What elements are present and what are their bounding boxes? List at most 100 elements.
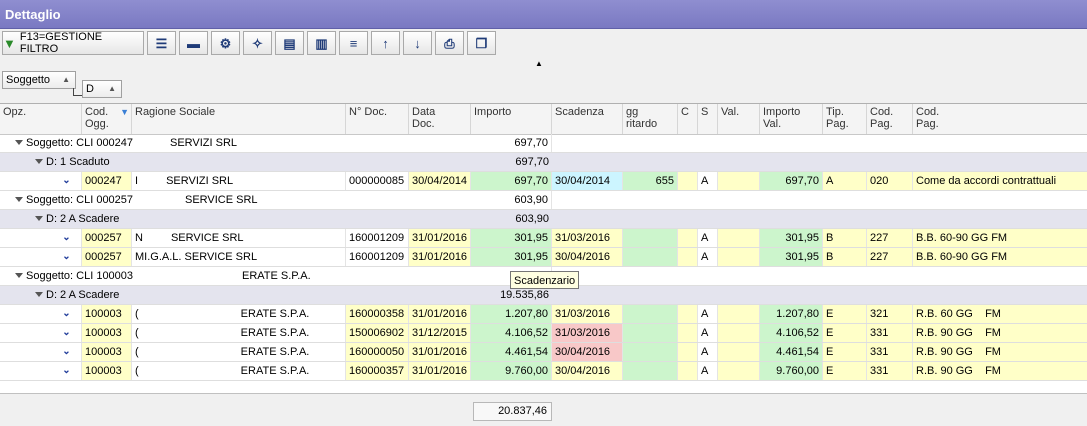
group-row-soggetto[interactable]: Soggetto: CLI 000257 SERVICE SRL 603,90: [0, 191, 1087, 210]
menu-button[interactable]: ≡: [339, 31, 368, 55]
collapse-caret-icon[interactable]: ▲: [535, 59, 543, 68]
table-row[interactable]: ⌄ 000247 I SERVIZI SRL 000000085 30/04/20…: [0, 172, 1087, 191]
cell-cod-ogg: 000257: [82, 229, 132, 247]
cell-tip-pag: A: [823, 172, 867, 190]
row-expand-icon[interactable]: ⌄: [52, 229, 82, 247]
row-expand-icon[interactable]: ⌄: [52, 324, 82, 342]
ragione-text: SERVICE SRL: [184, 251, 258, 263]
col-header-gg-ritardo[interactable]: gg ritardo: [623, 104, 678, 134]
ragione-text: ERATE S.P.A.: [240, 346, 310, 358]
layers-button[interactable]: ▤: [275, 31, 304, 55]
collapse-arrow-icon[interactable]: [15, 273, 23, 278]
col-header-scadenza[interactable]: Scadenza: [552, 104, 623, 134]
cell-cod-pag-desc: R.B. 90 GG FM: [913, 343, 1087, 361]
cell-n-doc: 160000050: [346, 343, 409, 361]
cell-scadenza: 30/04/2014: [552, 172, 623, 190]
cell-ragione-sociale: (ERATE S.P.A.: [132, 362, 346, 380]
cell-cod-ogg: 100003: [82, 343, 132, 361]
collapse-arrow-icon[interactable]: [15, 140, 23, 145]
col-header-cod-ogg[interactable]: Cod. Ogg. ▼: [82, 104, 132, 134]
cell-cod-ogg: 100003: [82, 324, 132, 342]
cell-scadenza: 30/04/2016: [552, 343, 623, 361]
col-header-val[interactable]: Val.: [718, 104, 760, 134]
group-chip-d[interactable]: D ▲: [82, 80, 122, 98]
cell-data-doc: 31/01/2016: [409, 362, 471, 380]
cell-importo-val: 697,70: [760, 172, 823, 190]
cell-val: [718, 305, 760, 323]
tree-button[interactable]: ▥: [307, 31, 336, 55]
filter-icon[interactable]: ▼: [120, 106, 129, 118]
col-header-cod-pag-desc[interactable]: Cod. Pag.: [913, 104, 1087, 134]
table-row[interactable]: ⌄ 100003 (ERATE S.P.A. 150006902 31/12/2…: [0, 324, 1087, 343]
filter-management-button[interactable]: ▼ F13=GESTIONE FILTRO: [2, 31, 144, 55]
collapse-button[interactable]: ▬: [179, 31, 208, 55]
copy-icon: ❐: [475, 35, 488, 51]
arrow-up-icon: ↑: [382, 35, 389, 51]
col-header-n-doc[interactable]: N° Doc.: [346, 104, 409, 134]
collapse-arrow-icon[interactable]: [35, 292, 43, 297]
collapse-arrow-icon[interactable]: [15, 197, 23, 202]
collapse-arrow-icon[interactable]: [35, 216, 43, 221]
table-row[interactable]: ⌄ 000257 N SERVICE SRL 160001209 31/01/20…: [0, 229, 1087, 248]
cell-val: [718, 248, 760, 266]
move-down-button[interactable]: ↓: [403, 31, 432, 55]
cell-data-doc: 31/12/2015: [409, 324, 471, 342]
wizard-button[interactable]: ✧: [243, 31, 272, 55]
row-expand-icon[interactable]: ⌄: [52, 362, 82, 380]
table-row[interactable]: ⌄ 100003 (ERATE S.P.A. 160000358 31/01/2…: [0, 305, 1087, 324]
print-button[interactable]: ⎙: [435, 31, 464, 55]
col-header-opz[interactable]: Opz.: [0, 104, 82, 134]
col-header-data-doc[interactable]: Data Doc.: [409, 104, 471, 134]
cell-cod-ogg: 000247: [82, 172, 132, 190]
col-header-importo-val[interactable]: Importo Val.: [760, 104, 823, 134]
col-header-importo[interactable]: Importo: [471, 104, 552, 134]
subgroup-row[interactable]: D: 1 Scaduto 697,70: [0, 153, 1087, 172]
cell-s: A: [698, 248, 718, 266]
cell-importo: 4.106,52: [471, 324, 552, 342]
row-expand-icon[interactable]: ⌄: [52, 172, 82, 190]
col-label: Cod. Pag.: [916, 106, 940, 130]
cell-importo: 9.760,00: [471, 362, 552, 380]
collapse-arrow-icon[interactable]: [35, 159, 43, 164]
col-header-tip-pag[interactable]: Tip. Pag.: [823, 104, 867, 134]
cell-data-doc: 31/01/2016: [409, 248, 471, 266]
row-expand-icon[interactable]: ⌄: [52, 248, 82, 266]
row-expand-icon[interactable]: ⌄: [52, 343, 82, 361]
col-label: Scadenza: [555, 106, 604, 118]
footer-summary: 20.837,46: [0, 393, 1087, 426]
group-button[interactable]: ☰: [147, 31, 176, 55]
settings-button[interactable]: ⚙: [211, 31, 240, 55]
cell-scadenza: 30/04/2016: [552, 362, 623, 380]
col-label: Ragione Sociale: [135, 106, 216, 118]
cell-scadenza: 31/03/2016: [552, 305, 623, 323]
table-row[interactable]: ⌄ 000257 MI.G.A.L. SERVICE SRL 160001209…: [0, 248, 1087, 267]
group-row-soggetto[interactable]: Soggetto: CLI 000247 SERVIZI SRL 697,70: [0, 134, 1087, 153]
table-row[interactable]: ⌄ 100003 (ERATE S.P.A. 160000050 31/01/2…: [0, 343, 1087, 362]
cell-c: [678, 343, 698, 361]
col-header-c[interactable]: C: [678, 104, 698, 134]
row-expand-icon[interactable]: ⌄: [52, 305, 82, 323]
cell-val: [718, 343, 760, 361]
gear-icon: ⚙: [219, 35, 232, 51]
cell-cod-pag-desc: R.B. 90 GG FM: [913, 324, 1087, 342]
ragione-text: ERATE S.P.A.: [240, 308, 310, 320]
col-header-s[interactable]: S: [698, 104, 718, 134]
group-connector: [73, 88, 82, 96]
copy-button[interactable]: ❐: [467, 31, 496, 55]
group-chip-soggetto[interactable]: Soggetto ▲: [2, 71, 76, 89]
cell-cod-pag-desc: B.B. 60-90 GG FM: [913, 248, 1087, 266]
cell-importo: 301,95: [471, 229, 552, 247]
cell-c: [678, 324, 698, 342]
group-total: 603,90: [471, 191, 552, 209]
cell-s: A: [698, 362, 718, 380]
col-header-cod-pag[interactable]: Cod. Pag.: [867, 104, 913, 134]
cell-cod-pag: 331: [867, 362, 913, 380]
col-label: Val.: [721, 106, 740, 118]
col-header-ragione-sociale[interactable]: Ragione Sociale: [132, 104, 346, 134]
filter-management-label: F13=GESTIONE FILTRO: [19, 31, 103, 55]
table-row[interactable]: ⌄ 100003 (ERATE S.P.A. 160000357 31/01/2…: [0, 362, 1087, 381]
cell-cod-pag-desc: R.B. 90 GG FM: [913, 362, 1087, 380]
filter-icon: ▼: [3, 35, 16, 51]
move-up-button[interactable]: ↑: [371, 31, 400, 55]
subgroup-row[interactable]: D: 2 A Scadere 603,90: [0, 210, 1087, 229]
